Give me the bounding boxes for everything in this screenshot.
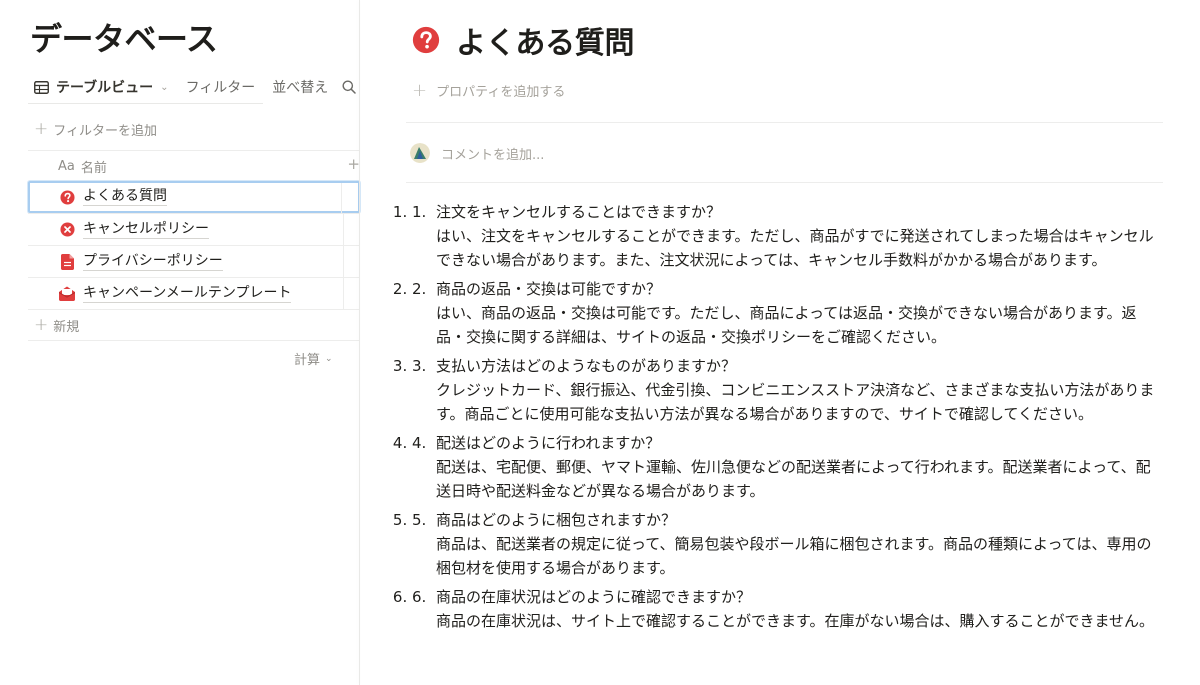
column-header-name[interactable]: Aa 名前 + <box>28 150 360 182</box>
list-item: 2. 商品の返品・交換は可能ですか？ はい、商品の返品・交換は可能です。ただし、… <box>412 277 1157 349</box>
table-row[interactable]: キャンペーンメールテンプレート <box>28 277 360 309</box>
faq-question[interactable]: 商品の在庫状況はどのように確認できますか？ <box>436 585 1157 609</box>
add-property-label: プロパティを追加する <box>436 85 566 100</box>
faq-answer[interactable]: はい、注文をキャンセルすることができます。ただし、商品がすでに発送されてしまった… <box>436 224 1157 272</box>
calc-label: 計算 <box>294 353 321 368</box>
page-title[interactable]: よくある質問 <box>456 18 635 62</box>
cell-divider <box>343 214 344 245</box>
row-title[interactable]: よくある質問 <box>83 188 167 206</box>
row-title[interactable]: プライバシーポリシー <box>83 253 223 271</box>
item-number: 3. <box>412 357 427 375</box>
plus-icon: + <box>34 119 49 139</box>
faq-question[interactable]: 商品の返品・交換は可能ですか？ <box>436 277 1157 301</box>
item-number: 1. <box>412 203 427 221</box>
comment-input[interactable]: コメントを追加... <box>410 143 544 163</box>
cell-divider <box>343 278 344 309</box>
chevron-down-icon: ⌄ <box>160 81 169 93</box>
page-header: よくある質問 <box>412 18 635 62</box>
comment-placeholder: コメントを追加... <box>441 147 545 163</box>
list-item: 1. 注文をキャンセルすることはできますか？ はい、注文をキャンセルすることがで… <box>412 200 1157 272</box>
database-rows: よくある質問 キャンセルポリシー プライバシーポリシー キャンペーンメールテンプ… <box>28 181 360 341</box>
row-title[interactable]: キャンセルポリシー <box>83 221 209 239</box>
add-filter-label: フィルターを追加 <box>53 123 157 139</box>
new-row-label: 新規 <box>53 319 80 335</box>
faq-answer[interactable]: 商品は、配送業者の規定に従って、簡易包装や段ボール箱に梱包されます。商品の種類に… <box>436 532 1157 580</box>
plus-icon: + <box>412 80 428 101</box>
search-icon[interactable] <box>342 80 357 94</box>
mail-open-icon <box>59 286 75 302</box>
faq-list: 1. 注文をキャンセルすることはできますか？ はい、注文をキャンセルすることがで… <box>412 200 1157 638</box>
x-circle-icon <box>59 222 75 238</box>
filter-button[interactable]: フィルター <box>186 77 256 97</box>
item-number: 6. <box>412 588 427 606</box>
table-row[interactable]: プライバシーポリシー <box>28 245 360 277</box>
calculate-button[interactable]: 計算 ⌄ <box>294 349 333 368</box>
sort-button[interactable]: 並べ替え <box>272 77 328 97</box>
table-row[interactable]: よくある質問 <box>28 181 360 214</box>
database-title[interactable]: データベース <box>30 14 218 60</box>
text-type-icon: Aa <box>58 159 75 174</box>
document-icon <box>59 253 75 270</box>
add-filter-button[interactable]: + フィルターを追加 <box>34 119 157 139</box>
question-circle-icon[interactable] <box>412 26 440 54</box>
faq-question[interactable]: 商品はどのように梱包されますか？ <box>436 508 1157 532</box>
item-number: 5. <box>412 511 427 529</box>
list-item: 6. 商品の在庫状況はどのように確認できますか？ 商品の在庫状況は、サイト上で確… <box>412 585 1157 633</box>
view-tab-table[interactable]: テーブルビュー ⌄ <box>34 77 169 97</box>
plus-icon: + <box>34 315 49 335</box>
column-name-label: 名前 <box>80 161 107 176</box>
divider <box>406 182 1163 183</box>
page-panel: よくある質問 + プロパティを追加する コメントを追加... 1. 注文をキャン… <box>360 0 1200 685</box>
add-property-button[interactable]: + プロパティを追加する <box>412 80 565 101</box>
faq-answer[interactable]: クレジットカード、銀行振込、代金引換、コンビニエンスストア決済など、さまざまな支… <box>436 378 1157 426</box>
faq-answer[interactable]: 配送は、宅配便、郵便、ヤマト運輸、佐川急便などの配送業者によって行われます。配送… <box>436 455 1157 503</box>
item-number: 2. <box>412 280 427 298</box>
table-icon <box>34 80 49 94</box>
row-title[interactable]: キャンペーンメールテンプレート <box>83 285 292 303</box>
toolbar-divider <box>28 103 263 104</box>
chevron-down-icon: ⌄ <box>325 353 333 364</box>
view-tab-label: テーブルビュー <box>56 80 154 96</box>
list-item: 3. 支払い方法はどのようなものがありますか？ クレジットカード、銀行振込、代金… <box>412 354 1157 426</box>
faq-answer[interactable]: はい、商品の返品・交換は可能です。ただし、商品によっては返品・交換ができない場合… <box>436 301 1157 349</box>
faq-question[interactable]: 配送はどのように行われますか？ <box>436 431 1157 455</box>
faq-question[interactable]: 注文をキャンセルすることはできますか？ <box>436 200 1157 224</box>
avatar <box>410 143 430 163</box>
cell-divider <box>343 246 344 277</box>
list-item: 5. 商品はどのように梱包されますか？ 商品は、配送業者の規定に従って、簡易包装… <box>412 508 1157 580</box>
database-panel: データベース テーブルビュー ⌄ フィルター 並べ替え + フィルターを追加 A… <box>0 0 360 685</box>
new-row-button[interactable]: + 新規 <box>28 309 360 341</box>
cell-divider <box>341 183 342 214</box>
list-item: 4. 配送はどのように行われますか？ 配送は、宅配便、郵便、ヤマト運輸、佐川急便… <box>412 431 1157 503</box>
question-circle-icon <box>59 189 75 205</box>
table-row[interactable]: キャンセルポリシー <box>28 213 360 245</box>
faq-answer[interactable]: 商品の在庫状況は、サイト上で確認することができます。在庫がない場合は、購入するこ… <box>436 609 1157 633</box>
faq-question[interactable]: 支払い方法はどのようなものがありますか？ <box>436 354 1157 378</box>
divider <box>406 122 1163 123</box>
item-number: 4. <box>412 434 427 452</box>
database-toolbar: テーブルビュー ⌄ フィルター 並べ替え <box>34 76 357 98</box>
